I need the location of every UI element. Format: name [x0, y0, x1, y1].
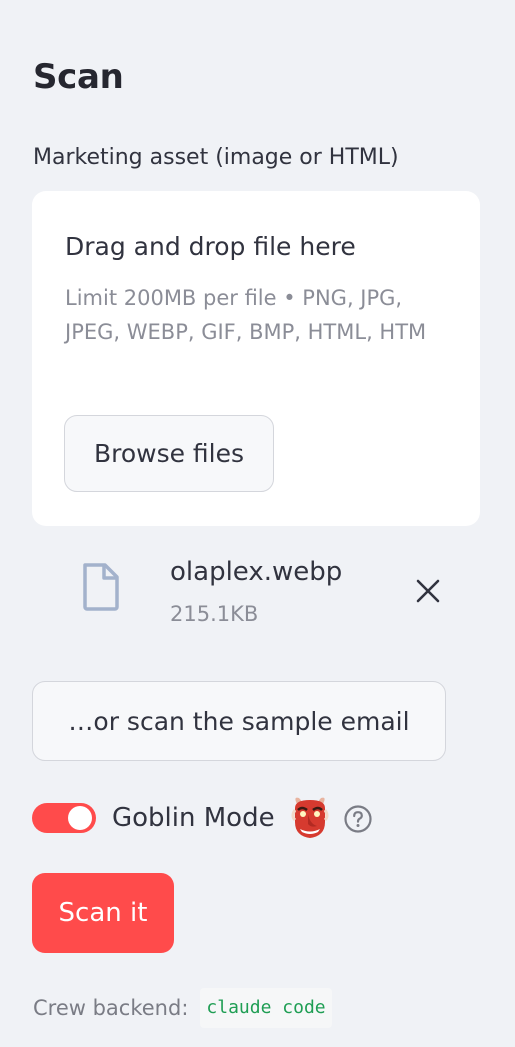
goblin-mask-icon — [289, 794, 331, 840]
sidebar: Scan Marketing asset (image or HTML) Dra… — [0, 0, 515, 1047]
file-name: olaplex.webp — [170, 557, 343, 587]
toggle-knob — [68, 806, 92, 830]
goblin-mode-toggle[interactable] — [32, 803, 96, 833]
file-icon — [79, 561, 123, 613]
browse-files-button[interactable]: Browse files — [64, 415, 274, 492]
dropzone-title: Drag and drop file here — [65, 232, 356, 261]
sidebar-title: Scan — [33, 57, 124, 97]
backend-label: Crew backend: — [33, 996, 189, 1020]
dropzone-limit-text: Limit 200MB per file • PNG, JPG, JPEG, W… — [65, 286, 427, 344]
file-dropzone[interactable]: Drag and drop file here Limit 200MB per … — [32, 191, 480, 526]
goblin-mode-label: Goblin Mode — [112, 803, 275, 833]
scan-it-button[interactable]: Scan it — [32, 873, 174, 953]
backend-info: Crew backend: claude code — [33, 988, 332, 1028]
question-circle-icon[interactable] — [343, 804, 373, 834]
uploaded-file-row: olaplex.webp 215.1KB — [32, 545, 480, 645]
goblin-mode-row: Goblin Mode — [32, 794, 482, 842]
close-icon[interactable] — [410, 573, 446, 609]
scan-sample-email-button[interactable]: …or scan the sample email — [32, 681, 446, 761]
file-size: 215.1KB — [170, 602, 259, 626]
uploader-label: Marketing asset (image or HTML) — [33, 145, 399, 170]
backend-value: claude code — [200, 988, 332, 1028]
